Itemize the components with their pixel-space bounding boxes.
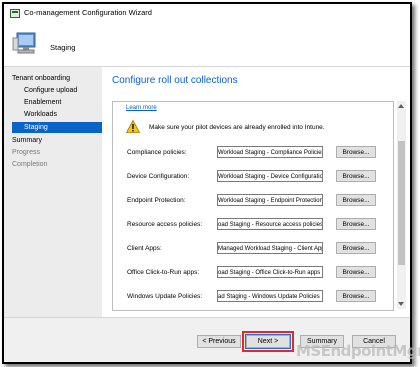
scroll-down-arrow-icon[interactable] [398, 302, 404, 306]
endpoint-protection-field[interactable]: Workload Staging - Endpoint Protection [217, 194, 323, 206]
sidebar-item-completion: Completion [12, 161, 48, 168]
wizard-content: Configure roll out collections Learn mor… [108, 67, 408, 317]
client-apps-browse-button[interactable]: Browse... [336, 242, 376, 254]
compliance-policies-field[interactable]: Workload Staging - Compliance Policies [217, 146, 323, 158]
client-apps-field[interactable]: Managed Workload Staging - Client Apps [217, 242, 323, 254]
window-title: Co-management Configuration Wizard [24, 8, 152, 17]
sidebar-item-tenant-onboarding[interactable]: Tenant onboarding [4, 73, 102, 84]
windows-update-policies-browse-button[interactable]: Browse... [336, 290, 376, 302]
compliance-policies-browse-button[interactable]: Browse... [336, 146, 376, 158]
endpoint-protection-browse-button[interactable]: Browse... [336, 194, 376, 206]
page-title: Staging [50, 43, 76, 52]
scrollbar-thumb[interactable] [398, 141, 405, 265]
office-click-to-run-field[interactable]: oad Staging - Office Click-to-Run apps [217, 266, 323, 278]
warning-text: Make sure your pilot devices are already… [149, 124, 325, 131]
resource-access-policies-field[interactable]: oad Staging - Resource access policies [217, 218, 323, 230]
computer-icon [12, 32, 36, 54]
sidebar-item-progress: Progress [12, 149, 41, 156]
sidebar-item-workloads[interactable]: Workloads [4, 109, 102, 120]
office-click-to-run-label: Office Click-to-Run apps: [127, 269, 200, 276]
sidebar-item-staging[interactable]: Staging [12, 122, 102, 133]
previous-button[interactable]: < Previous [197, 335, 241, 348]
device-configuration-label: Device Configuration: [127, 173, 190, 180]
watermark-logo: MSEndpointMgr [296, 342, 420, 360]
content-title: Configure roll out collections [112, 75, 238, 86]
scroll-up-arrow-icon[interactable] [398, 104, 404, 108]
wizard-window: Co-management Configuration Wizard Stagi… [2, 2, 412, 364]
resource-access-policies-label: Resource access policies: [127, 221, 203, 228]
windows-update-policies-label: Windows Update Policies: [127, 293, 203, 300]
resource-access-policies-browse-button[interactable]: Browse... [336, 218, 376, 230]
compliance-policies-label: Compliance policies: [127, 149, 187, 156]
device-configuration-browse-button[interactable]: Browse... [336, 170, 376, 182]
wizard-header: Staging [4, 22, 410, 67]
app-icon [10, 9, 20, 18]
vertical-scrollbar[interactable] [397, 101, 406, 309]
title-bar: Co-management Configuration Wizard [4, 4, 410, 22]
wizard-sidebar: Tenant onboarding Configure upload Enabl… [4, 67, 102, 317]
sidebar-item-enablement[interactable]: Enablement [4, 97, 102, 108]
sidebar-item-summary[interactable]: Summary [4, 135, 102, 146]
warning-icon [126, 120, 140, 133]
learn-more-link[interactable]: Learn more [126, 105, 157, 111]
endpoint-protection-label: Endpoint Protection: [127, 197, 186, 204]
windows-update-policies-field[interactable]: ad Staging - Windows Update Policies [217, 290, 323, 302]
device-configuration-field[interactable]: Workload Staging - Device Configuration [217, 170, 323, 182]
next-button[interactable]: Next > [245, 334, 291, 349]
sidebar-item-configure-upload[interactable]: Configure upload [4, 85, 102, 96]
collections-panel: Learn more Make sure your pilot devices … [112, 101, 394, 311]
office-click-to-run-browse-button[interactable]: Browse... [336, 266, 376, 278]
client-apps-label: Client Apps: [127, 245, 162, 252]
